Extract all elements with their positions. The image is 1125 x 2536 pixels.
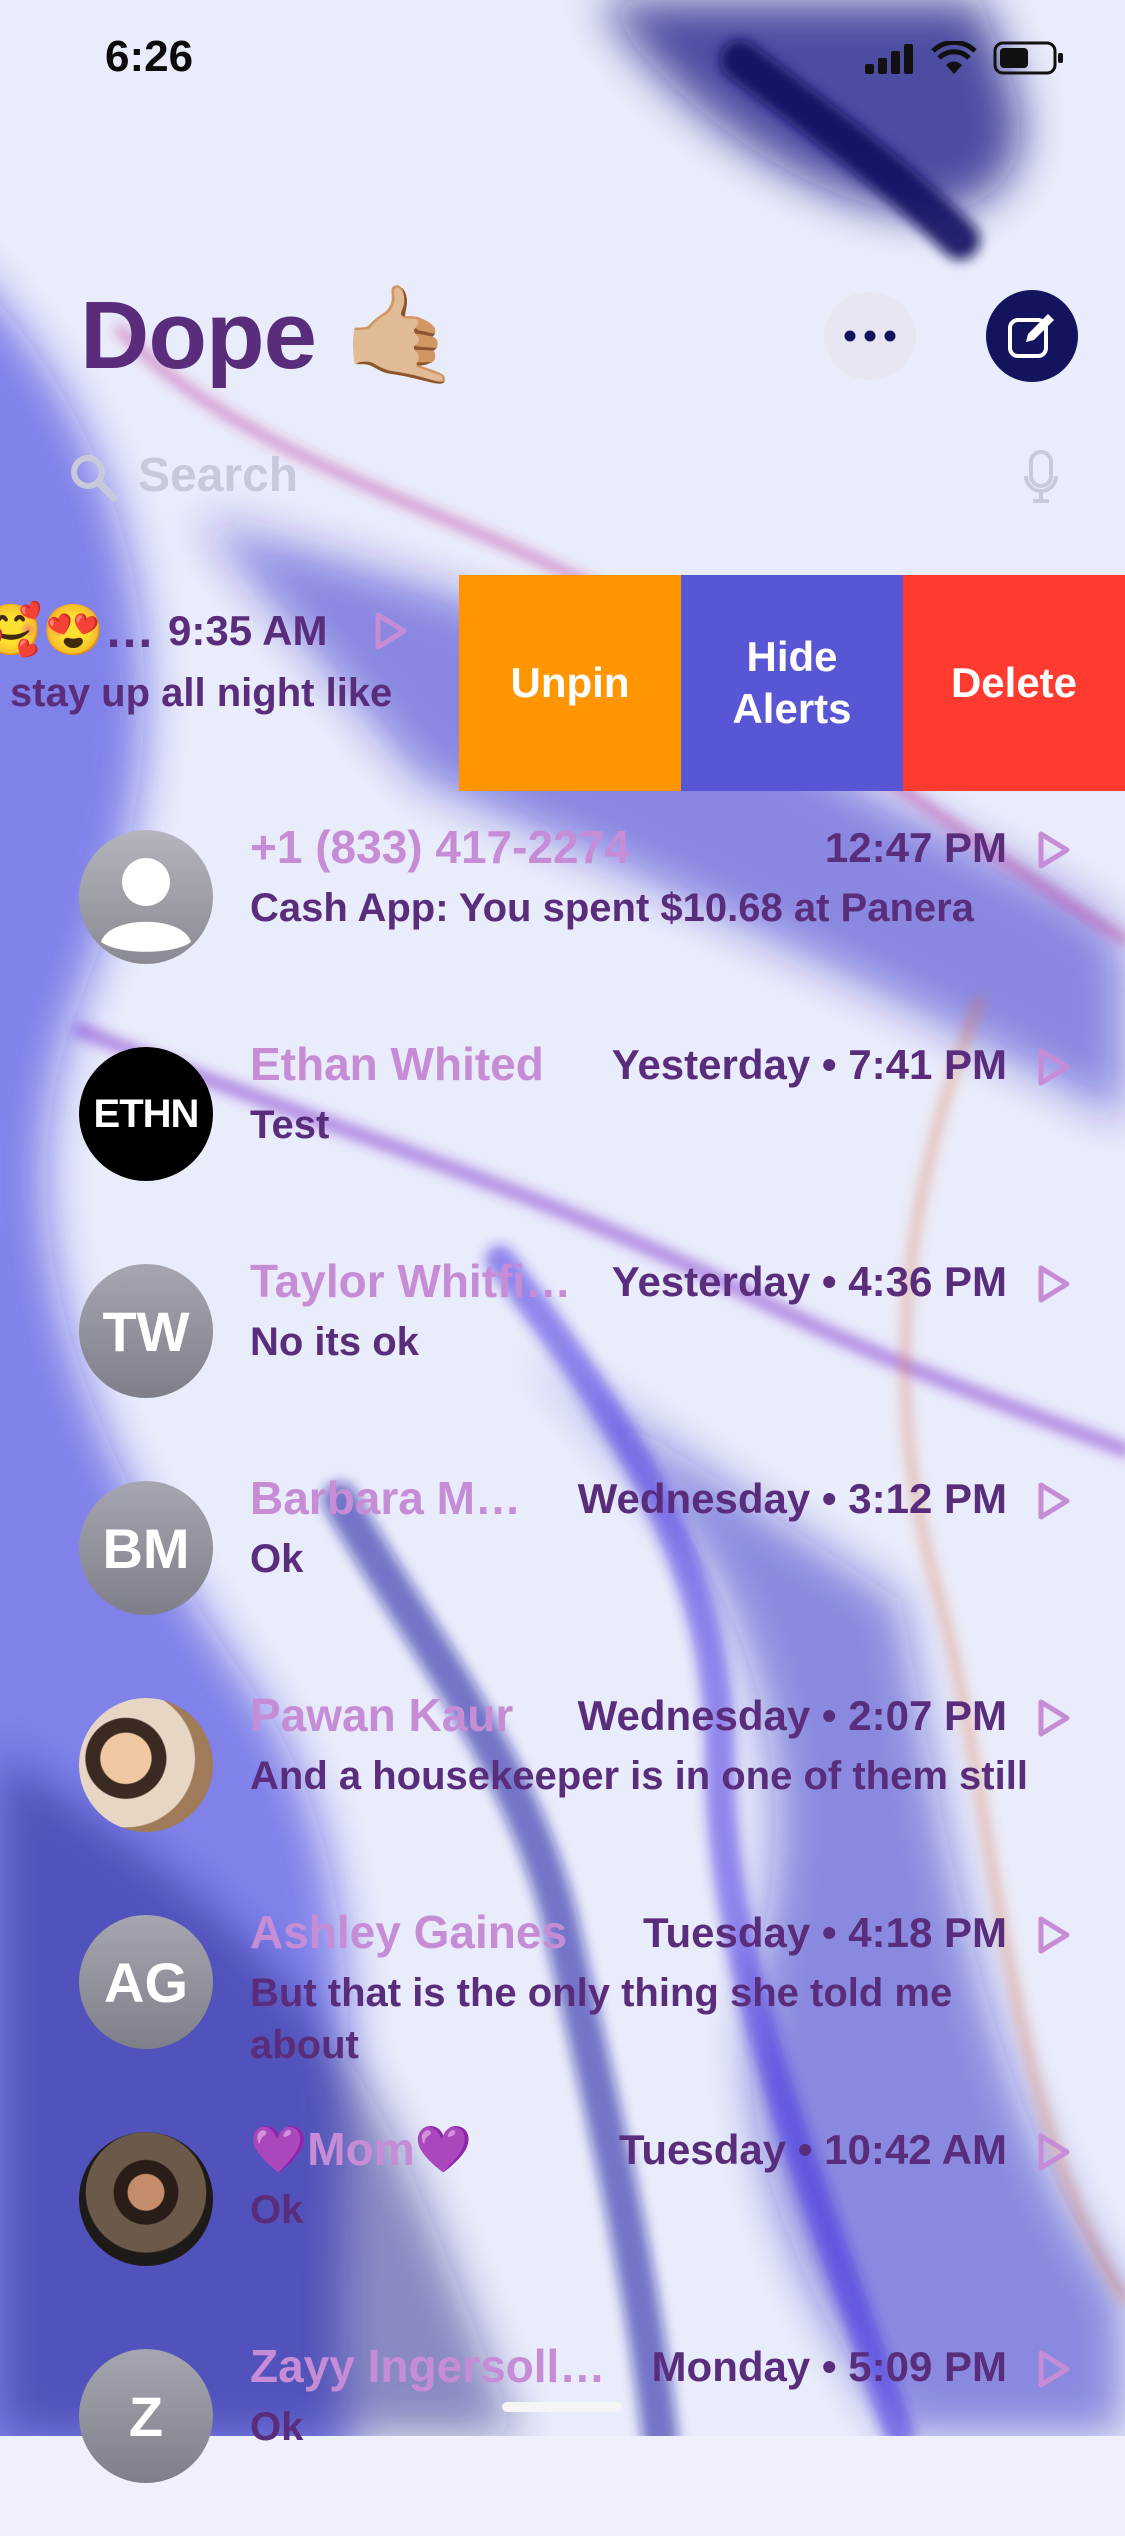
message-time: Yesterday • 7:41 PM [611, 1041, 1007, 1088]
contact-name: Pawan Kaur [250, 1689, 514, 1741]
message-time: Wednesday • 2:07 PM [577, 1692, 1007, 1739]
pinned-name: 🥰😍… [0, 602, 155, 658]
chevron-right-icon [1038, 1699, 1070, 1737]
status-bar: 6:26 [0, 0, 1125, 120]
person-icon [101, 858, 191, 952]
delete-button[interactable]: Delete [903, 575, 1125, 791]
message-preview: Ok [250, 1537, 304, 1581]
page-title: Dope 🤙🏼 [80, 282, 461, 389]
message-time: Tuesday • 4:18 PM [642, 1909, 1007, 1956]
contact-name: Ethan Whited [250, 1038, 544, 1090]
conversation-row[interactable]: AG Ashley Gaines Tuesday • 4:18 PM But t… [0, 1885, 1125, 2102]
message-preview: No its ok [250, 1320, 419, 1364]
home-indicator[interactable] [502, 2402, 622, 2412]
avatar [79, 830, 213, 964]
contact-name: Ashley Gaines [250, 1906, 568, 1958]
chevron-right-icon [375, 612, 407, 650]
pinned-conversation-content[interactable]: 🥰😍… 9:35 AM stay up all night like [0, 575, 460, 791]
avatar: TW [79, 1264, 213, 1398]
message-preview: Cash App: You spent $10.68 at Panera [250, 886, 974, 930]
conversation-row[interactable]: TW Taylor Whitfi… Yesterday • 4:36 PM No… [0, 1234, 1125, 1451]
status-time: 6:26 [105, 32, 194, 81]
pinned-conversation-row[interactable]: 🥰😍… 9:35 AM stay up all night like Unpin… [0, 575, 1125, 791]
avatar-photo [79, 1698, 213, 1832]
avatar: BM [79, 1481, 213, 1615]
message-preview: Test [250, 1103, 330, 1147]
message-time: Wednesday • 3:12 PM [577, 1475, 1007, 1522]
message-preview: Ok [250, 2188, 304, 2232]
microphone-icon[interactable] [1024, 450, 1058, 504]
message-preview: And a housekeeper is in one of them stil… [250, 1754, 1028, 1798]
status-icons [865, 40, 1065, 76]
compose-icon [1008, 314, 1054, 358]
message-time: Tuesday • 10:42 AM [618, 2126, 1007, 2173]
ellipsis-icon [844, 330, 896, 342]
contact-name: +1 (833) 417-2274 [250, 821, 630, 873]
battery-icon [993, 41, 1063, 75]
compose-button[interactable] [986, 290, 1078, 382]
chevron-right-icon [1038, 1916, 1070, 1954]
conversation-row[interactable]: BM Barbara M… Wednesday • 3:12 PM Ok [0, 1451, 1125, 1668]
conversation-row[interactable]: Pawan Kaur Wednesday • 2:07 PM And a hou… [0, 1668, 1125, 1885]
message-time: 12:47 PM [824, 824, 1007, 871]
avatar-logo: ETHN [93, 1091, 200, 1136]
message-time: Monday • 5:09 PM [651, 2343, 1007, 2390]
contact-name: Zayy Ingersoll… [250, 2340, 606, 2392]
contact-name: Taylor Whitfi… [250, 1255, 572, 1307]
pinned-preview: stay up all night like [10, 671, 393, 715]
chevron-right-icon [1038, 2350, 1070, 2388]
avatar: ETHN [79, 1047, 213, 1181]
chevron-right-icon [1038, 831, 1070, 869]
message-preview: But that is the only thing she told me a… [250, 1971, 953, 2067]
pinned-time: 9:35 AM [168, 607, 328, 654]
conversation-row[interactable]: +1 (833) 417-2274 12:47 PM Cash App: You… [0, 800, 1125, 1017]
search-icon [71, 455, 118, 502]
chevron-right-icon [1038, 1048, 1070, 1086]
search-input[interactable] [138, 440, 898, 510]
conversation-row[interactable]: Z Zayy Ingersoll… Monday • 5:09 PM Ok [0, 2319, 1125, 2536]
contact-name: 💜Mom💜 [250, 2123, 472, 2175]
avatar-photo [79, 2132, 213, 2266]
message-preview: Ok [250, 2405, 304, 2449]
swipe-actions: Unpin Hide Alerts Delete [459, 575, 1125, 791]
message-time: Yesterday • 4:36 PM [611, 1258, 1007, 1305]
avatar: Z [79, 2349, 213, 2483]
conversation-row[interactable]: ETHN Ethan Whited Yesterday • 7:41 PM Te… [0, 1017, 1125, 1234]
avatar: AG [79, 1915, 213, 2049]
cellular-signal-icon [865, 44, 913, 74]
chevron-right-icon [1038, 1482, 1070, 1520]
chevron-right-icon [1038, 2133, 1070, 2171]
contact-name: Barbara M… [250, 1472, 521, 1524]
unpin-button[interactable]: Unpin [459, 575, 681, 791]
chevron-right-icon [1038, 1265, 1070, 1303]
wifi-icon [931, 41, 977, 74]
more-options-button[interactable] [824, 292, 916, 380]
search-bar [68, 440, 1058, 510]
hide-alerts-button[interactable]: Hide Alerts [681, 575, 903, 791]
conversation-row[interactable]: 💜Mom💜 Tuesday • 10:42 AM Ok [0, 2102, 1125, 2319]
